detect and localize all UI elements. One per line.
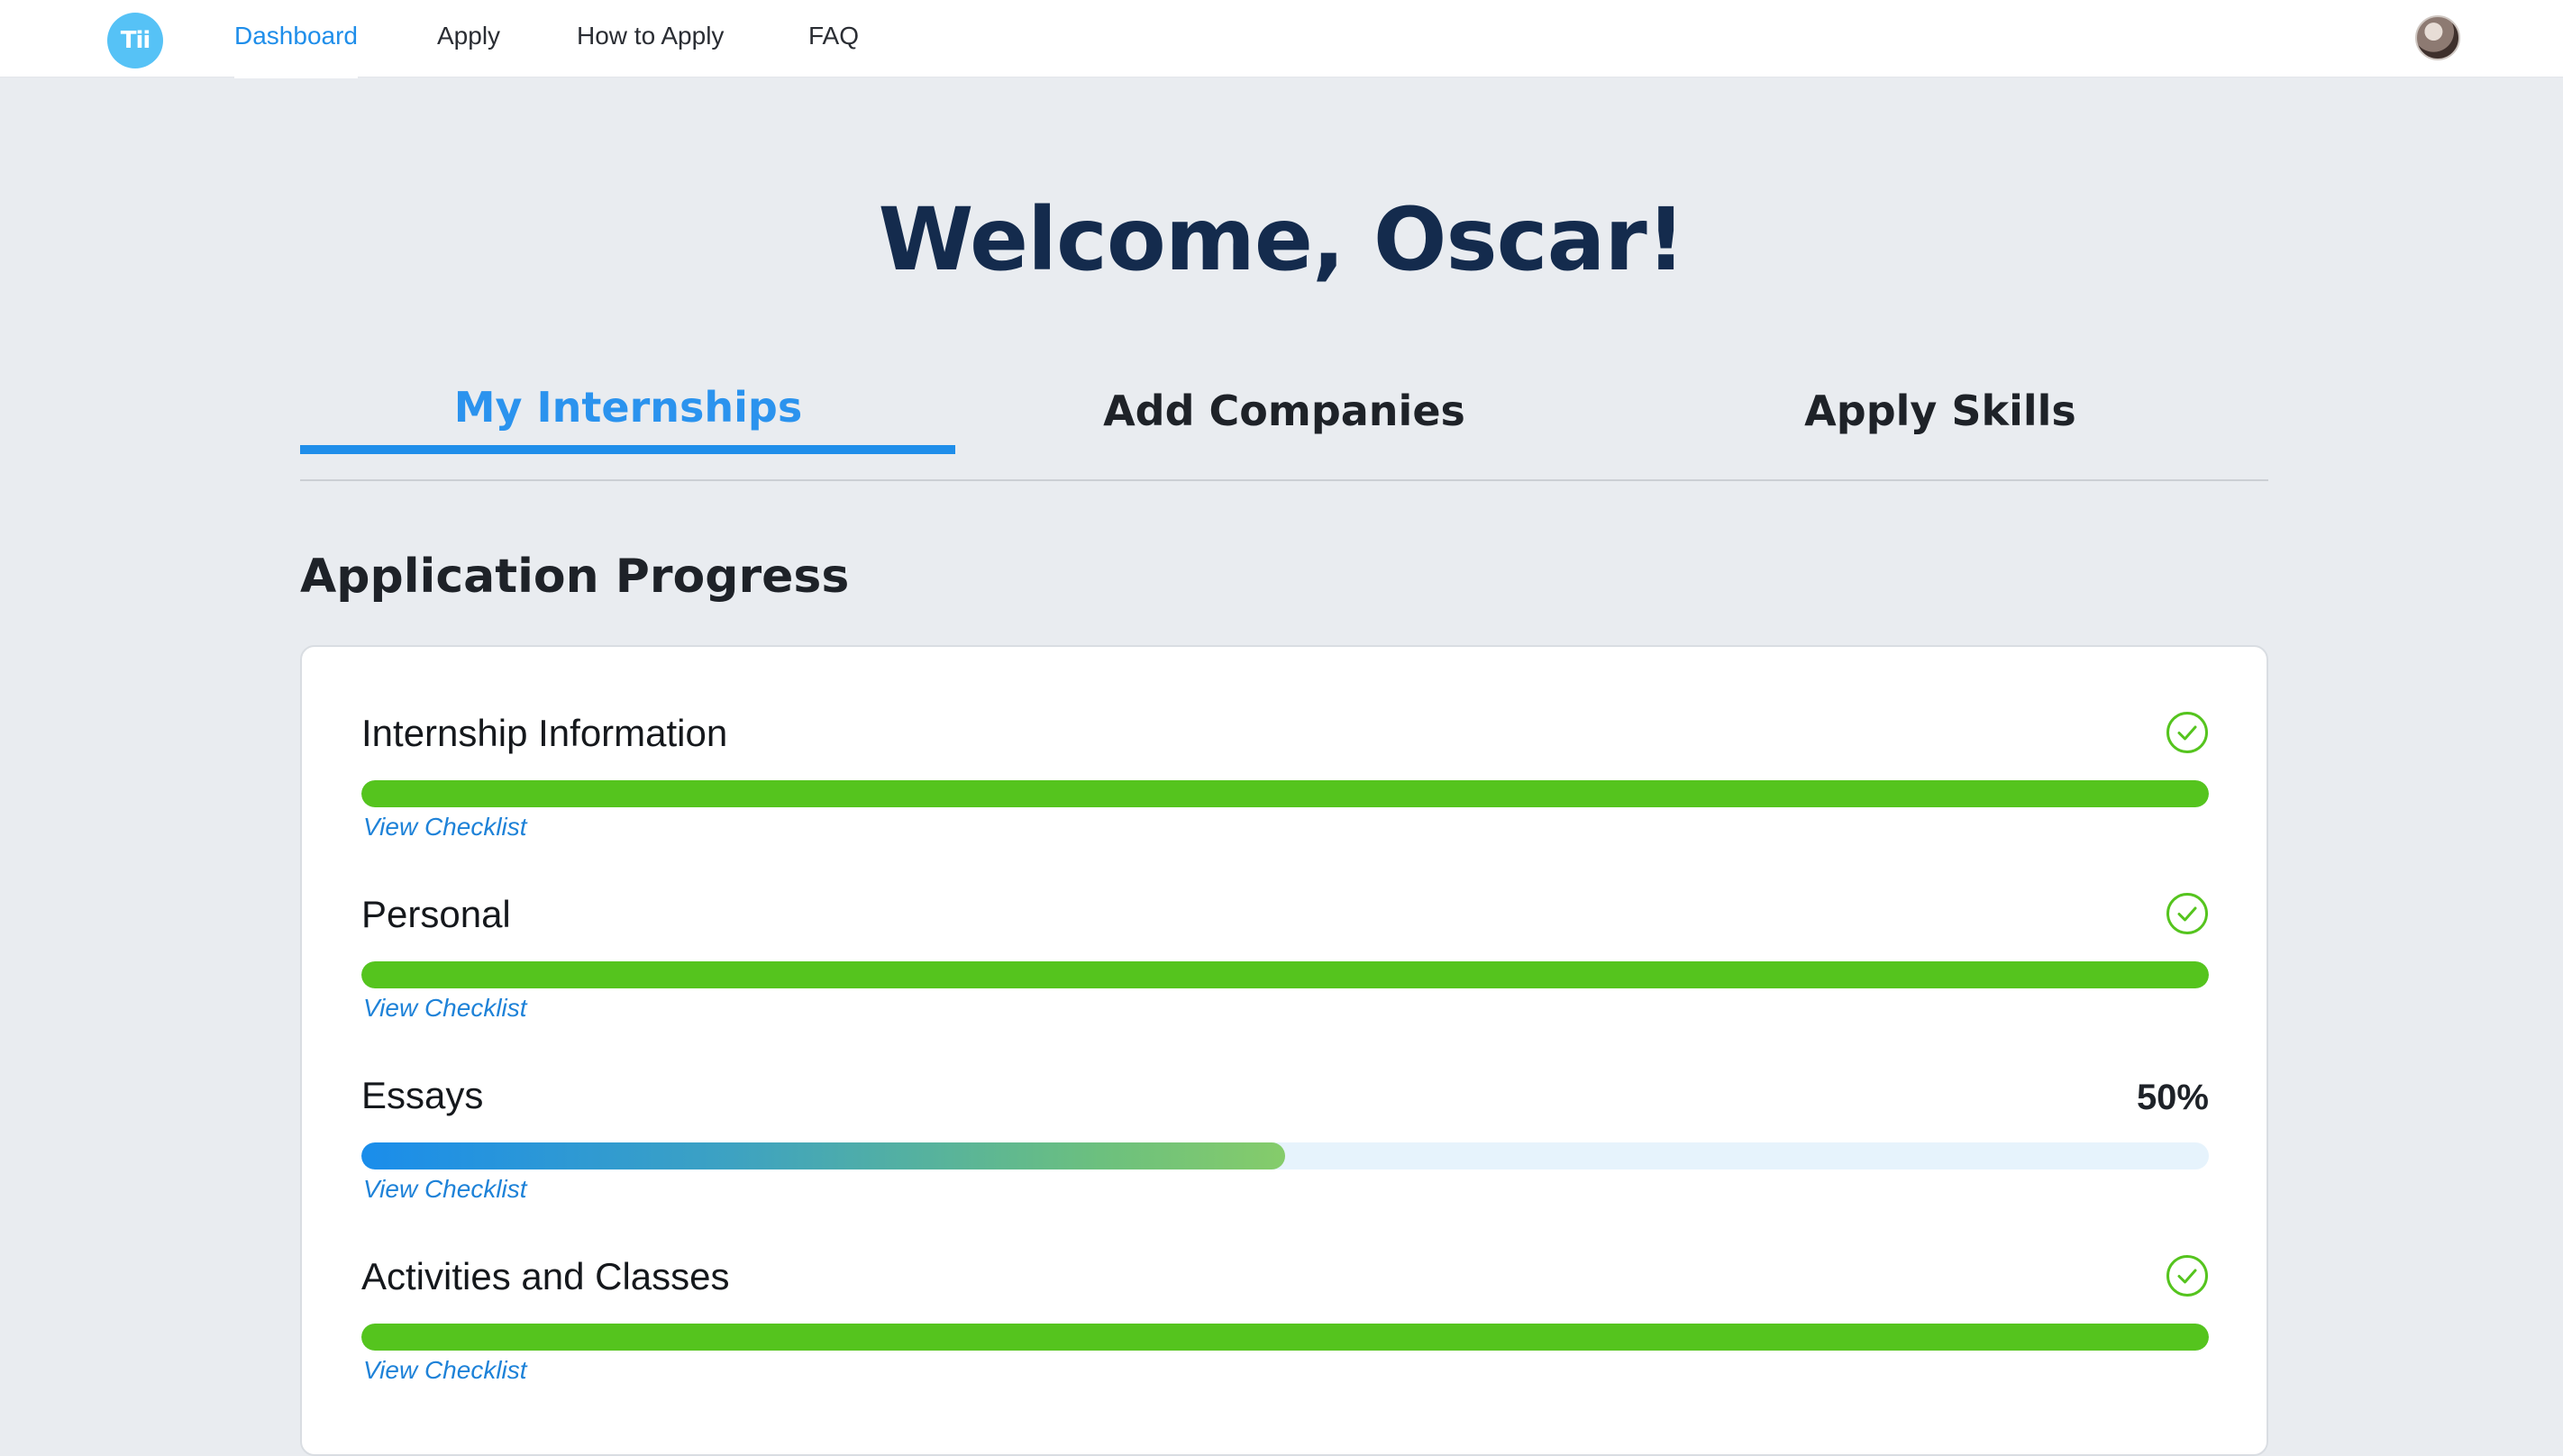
progress-bar	[361, 1142, 2209, 1169]
progress-item-personal: Personal View Checklist	[361, 887, 2209, 1050]
page-title: Welcome, Oscar!	[878, 189, 1686, 290]
top-nav: Tii Dashboard Apply How to Apply FAQ	[0, 0, 2563, 78]
progress-item-title: Essays	[361, 1074, 484, 1116]
progress-bar-fill	[361, 1142, 1285, 1169]
progress-card: Internship Information View Checklist Pe…	[300, 645, 2268, 1456]
progress-item-essays: Essays 50% View Checklist	[361, 1069, 2209, 1231]
tab-apply-skills[interactable]: Apply Skills	[1612, 360, 2268, 479]
progress-item-activities-and-classes: Activities and Classes View Checklist	[361, 1250, 2209, 1412]
view-checklist-link[interactable]: View Checklist	[363, 1175, 527, 1204]
tab-add-companies[interactable]: Add Companies	[956, 360, 1612, 479]
view-checklist-link[interactable]: View Checklist	[363, 1356, 527, 1385]
progress-bar-fill	[361, 780, 2209, 807]
check-circle-icon	[2166, 1255, 2208, 1297]
progress-percent: 50%	[2136, 1078, 2209, 1117]
nav-dashboard[interactable]: Dashboard	[234, 0, 358, 78]
progress-bar	[361, 961, 2209, 988]
progress-item-title: Internship Information	[361, 712, 728, 754]
tab-bar: My Internships Add Companies Apply Skill…	[300, 360, 2268, 481]
nav-apply[interactable]: Apply	[437, 0, 500, 77]
check-circle-icon	[2166, 712, 2208, 753]
section-title: Application Progress	[300, 550, 850, 604]
progress-bar-fill	[361, 1324, 2209, 1351]
logo[interactable]: Tii	[107, 13, 163, 68]
view-checklist-link[interactable]: View Checklist	[363, 994, 527, 1023]
tab-my-internships[interactable]: My Internships	[300, 360, 956, 479]
check-circle-icon	[2166, 893, 2208, 934]
progress-item-title: Activities and Classes	[361, 1255, 730, 1297]
progress-item-title: Personal	[361, 893, 511, 935]
nav-how-to-apply[interactable]: How to Apply	[577, 0, 724, 77]
avatar[interactable]	[2415, 15, 2460, 60]
nav-faq[interactable]: FAQ	[808, 0, 859, 77]
view-checklist-link[interactable]: View Checklist	[363, 813, 527, 842]
progress-bar	[361, 1324, 2209, 1351]
progress-bar	[361, 780, 2209, 807]
progress-item-internship-information: Internship Information View Checklist	[361, 706, 2209, 869]
progress-bar-fill	[361, 961, 2209, 988]
